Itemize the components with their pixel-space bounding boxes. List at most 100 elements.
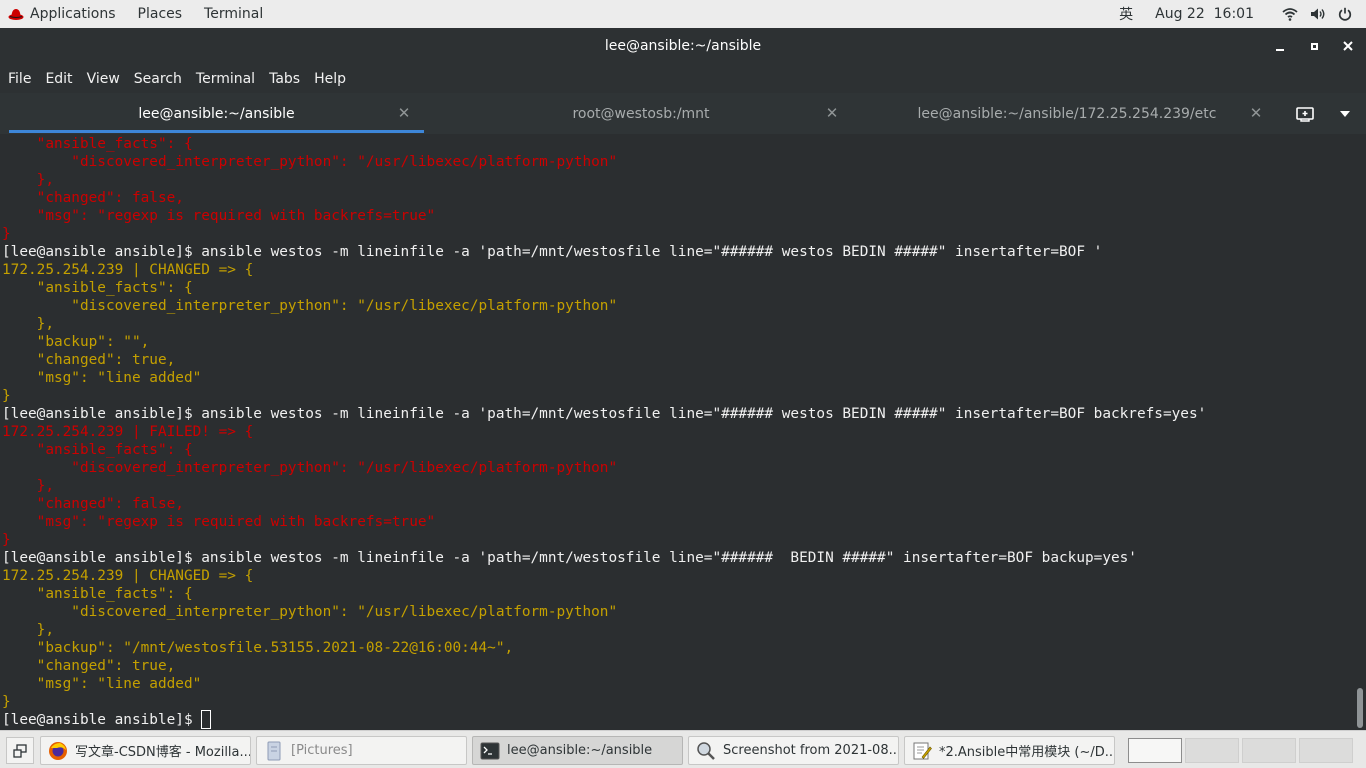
maximize-icon	[1310, 42, 1318, 50]
maximize-button[interactable]	[1297, 28, 1331, 64]
task-terminal[interactable]: lee@ansible:~/ansible	[472, 736, 683, 765]
taskbar: 写文章-CSDN博客 - Mozilla... [Pictures] lee@a…	[0, 730, 1366, 768]
redhat-logo-icon	[8, 7, 24, 21]
terminal-line: 172.25.254.239 | CHANGED => {	[2, 262, 254, 278]
menu-view[interactable]: View	[80, 64, 127, 93]
top-bar: Applications Places Terminal 英 Aug 22 16…	[0, 0, 1366, 28]
terminal-app-menu[interactable]: Terminal	[193, 0, 274, 28]
terminal-line: },	[2, 622, 54, 638]
window-titlebar[interactable]: lee@ansible:~/ansible	[0, 28, 1366, 64]
terminal-line: },	[2, 316, 54, 332]
workspace-4[interactable]	[1299, 738, 1353, 763]
terminal-line: [lee@ansible ansible]$ ansible westos -m…	[2, 406, 1207, 422]
tab-bar: lee@ansible:~/ansible ✕ root@westosb:/mn…	[0, 93, 1366, 134]
terminal-output[interactable]: "ansible_facts": { "discovered_interpret…	[0, 134, 1366, 730]
file-manager-icon	[264, 741, 284, 761]
workspace-1[interactable]	[1128, 738, 1182, 763]
tab-1-label: lee@ansible:~/ansible	[138, 105, 295, 122]
tab-2-close-icon[interactable]: ✕	[824, 104, 840, 122]
terminal-line: "discovered_interpreter_python": "/usr/l…	[2, 604, 618, 620]
terminal-line: "changed": true,	[2, 658, 176, 674]
task-text-editor[interactable]: *2.Ansible中常用模块 (~/D...	[904, 736, 1115, 765]
terminal-line: },	[2, 172, 54, 188]
terminal-line: "discovered_interpreter_python": "/usr/l…	[2, 460, 618, 476]
show-desktop-icon	[13, 743, 27, 758]
image-viewer-icon	[696, 741, 716, 761]
scrollbar-thumb[interactable]	[1357, 688, 1363, 728]
terminal-line: "msg": "line added"	[2, 676, 202, 692]
workspace-3[interactable]	[1242, 738, 1296, 763]
tab-list-dropdown[interactable]	[1332, 103, 1358, 125]
task-terminal-label: lee@ansible:~/ansible	[507, 743, 653, 758]
input-method-indicator[interactable]: 英	[1119, 4, 1133, 24]
chevron-down-icon	[1340, 111, 1350, 117]
menu-terminal[interactable]: Terminal	[189, 64, 262, 93]
text-editor-icon	[912, 741, 932, 761]
menubar: File Edit View Search Terminal Tabs Help	[0, 64, 1366, 93]
tab-3-close-icon[interactable]: ✕	[1248, 104, 1264, 122]
terminal-line: },	[2, 478, 54, 494]
firefox-icon	[48, 741, 68, 761]
show-desktop-button[interactable]	[6, 737, 34, 764]
task-screenshot-label: Screenshot from 2021-08...	[723, 743, 899, 758]
task-pictures-label: [Pictures]	[291, 743, 353, 758]
terminal-line: [lee@ansible ansible]$ ansible westos -m…	[2, 244, 1103, 260]
wifi-icon[interactable]	[1282, 7, 1298, 21]
tab-3[interactable]: lee@ansible:~/ansible/172.25.254.239/etc…	[858, 93, 1276, 134]
places-menu[interactable]: Places	[127, 0, 194, 28]
new-tab-icon	[1296, 107, 1314, 122]
terminal-icon	[480, 741, 500, 761]
terminal-line: }	[2, 532, 11, 548]
tab-2-label: root@westosb:/mnt	[572, 105, 710, 122]
terminal-line: "changed": true,	[2, 352, 176, 368]
terminal-line: }	[2, 226, 11, 242]
terminal-line: 172.25.254.239 | CHANGED => {	[2, 568, 254, 584]
active-tab-indicator	[9, 130, 424, 133]
close-icon	[1343, 41, 1353, 51]
menu-help[interactable]: Help	[307, 64, 353, 93]
task-firefox[interactable]: 写文章-CSDN博客 - Mozilla...	[40, 736, 251, 765]
terminal-line: 172.25.254.239 | FAILED! => {	[2, 424, 254, 440]
terminal-line: "msg": "line added"	[2, 370, 202, 386]
volume-icon[interactable]	[1310, 7, 1326, 21]
terminal-line: "ansible_facts": {	[2, 442, 193, 458]
menu-file[interactable]: File	[1, 64, 38, 93]
window-title: lee@ansible:~/ansible	[604, 38, 762, 54]
terminal-line: "changed": false,	[2, 496, 184, 512]
terminal-line: }	[2, 388, 11, 404]
minimize-button[interactable]	[1263, 28, 1297, 64]
tab-3-label: lee@ansible:~/ansible/172.25.254.239/etc	[917, 105, 1217, 122]
terminal-app-label: Terminal	[204, 6, 264, 22]
task-pictures[interactable]: [Pictures]	[256, 736, 467, 765]
terminal-line: "backup": "/mnt/westosfile.53155.2021-08…	[2, 640, 514, 656]
close-window-button[interactable]	[1331, 28, 1365, 64]
task-firefox-label: 写文章-CSDN博客 - Mozilla...	[75, 745, 251, 760]
terminal-line: "ansible_facts": {	[2, 136, 193, 152]
terminal-line: "msg": "regexp is required with backrefs…	[2, 514, 436, 530]
applications-label: Applications	[30, 6, 116, 22]
minimize-icon	[1276, 49, 1284, 51]
clock[interactable]: Aug 22 16:01	[1155, 6, 1254, 22]
terminal-line: "discovered_interpreter_python": "/usr/l…	[2, 154, 618, 170]
tab-1-close-icon[interactable]: ✕	[396, 104, 412, 122]
workspace-2[interactable]	[1185, 738, 1239, 763]
terminal-line: [lee@ansible ansible]$	[2, 712, 202, 728]
applications-menu[interactable]: Applications	[0, 0, 127, 28]
menu-search[interactable]: Search	[127, 64, 189, 93]
new-tab-button[interactable]	[1290, 103, 1320, 125]
task-screenshot[interactable]: Screenshot from 2021-08...	[688, 736, 899, 765]
menu-tabs[interactable]: Tabs	[262, 64, 307, 93]
tab-1[interactable]: lee@ansible:~/ansible ✕	[9, 93, 424, 134]
terminal-line: "ansible_facts": {	[2, 586, 193, 602]
power-icon[interactable]	[1338, 7, 1352, 21]
terminal-line: "ansible_facts": {	[2, 280, 193, 296]
tab-2[interactable]: root@westosb:/mnt ✕	[430, 93, 852, 134]
terminal-line: "backup": "",	[2, 334, 150, 350]
terminal-line: "changed": false,	[2, 190, 184, 206]
terminal-line: }	[2, 694, 11, 710]
task-text-editor-label: *2.Ansible中常用模块 (~/D...	[939, 745, 1115, 760]
menu-edit[interactable]: Edit	[38, 64, 79, 93]
terminal-line: "msg": "regexp is required with backrefs…	[2, 208, 436, 224]
places-label: Places	[137, 6, 183, 22]
terminal-cursor	[201, 710, 212, 729]
